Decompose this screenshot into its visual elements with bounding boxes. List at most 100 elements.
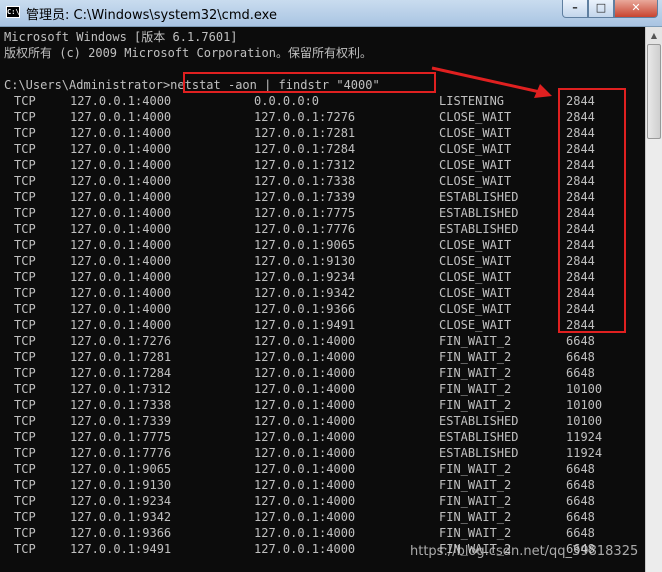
- close-button[interactable]: ✕: [614, 0, 658, 18]
- remote-cell: 127.0.0.1:9366: [254, 302, 356, 316]
- proto-cell: TCP: [14, 94, 36, 108]
- state-cell: CLOSE_WAIT: [439, 158, 512, 172]
- state-cell: FIN_WAIT_2: [439, 510, 512, 524]
- table-row: TCP 127.0.0.1:4000 127.0.0.1:9491 CLOSE_WAI…: [0, 317, 640, 333]
- remote-cell: 127.0.0.1:4000: [254, 430, 356, 444]
- remote-cell: 127.0.0.1:7776: [254, 222, 356, 236]
- pid-cell: 6648: [566, 526, 595, 540]
- pid-highlight-box: [558, 88, 626, 333]
- table-row: TCP 127.0.0.1:9342 127.0.0.1:4000 FIN_WAIT_…: [0, 509, 640, 525]
- local-cell: 127.0.0.1:4000: [70, 286, 172, 300]
- state-cell: ESTABLISHED: [439, 190, 519, 204]
- state-cell: ESTABLISHED: [439, 206, 519, 220]
- local-cell: 127.0.0.1:4000: [70, 254, 172, 268]
- state-cell: ESTABLISHED: [439, 430, 519, 444]
- pid-cell: 6648: [566, 366, 595, 380]
- maximize-button[interactable]: □: [588, 0, 614, 18]
- state-cell: FIN_WAIT_2: [439, 398, 512, 412]
- state-cell: CLOSE_WAIT: [439, 254, 512, 268]
- proto-cell: TCP: [14, 254, 36, 268]
- local-cell: 127.0.0.1:4000: [70, 158, 172, 172]
- state-cell: CLOSE_WAIT: [439, 238, 512, 252]
- pid-cell: 6648: [566, 494, 595, 508]
- remote-cell: 127.0.0.1:7775: [254, 206, 356, 220]
- local-cell: 127.0.0.1:4000: [70, 302, 172, 316]
- state-cell: CLOSE_WAIT: [439, 142, 512, 156]
- remote-cell: 127.0.0.1:4000: [254, 398, 356, 412]
- remote-cell: 127.0.0.1:4000: [254, 334, 356, 348]
- local-cell: 127.0.0.1:4000: [70, 142, 172, 156]
- close-icon: ✕: [631, 1, 641, 14]
- remote-cell: 127.0.0.1:4000: [254, 462, 356, 476]
- local-cell: 127.0.0.1:7312: [70, 382, 172, 396]
- prompt: C:\Users\Administrator>: [4, 78, 171, 92]
- table-row: TCP 127.0.0.1:4000 127.0.0.1:9342 CLOSE_WAI…: [0, 285, 640, 301]
- remote-cell: 127.0.0.1:9491: [254, 318, 356, 332]
- local-cell: 127.0.0.1:7776: [70, 446, 172, 460]
- local-cell: 127.0.0.1:9366: [70, 526, 172, 540]
- proto-cell: TCP: [14, 510, 36, 524]
- state-cell: LISTENING: [439, 94, 505, 108]
- proto-cell: TCP: [14, 542, 36, 556]
- proto-cell: TCP: [14, 190, 36, 204]
- proto-cell: TCP: [14, 350, 36, 364]
- scroll-thumb[interactable]: [647, 44, 661, 139]
- local-cell: 127.0.0.1:7281: [70, 350, 172, 364]
- proto-cell: TCP: [14, 270, 36, 284]
- local-cell: 127.0.0.1:4000: [70, 318, 172, 332]
- proto-cell: TCP: [14, 382, 36, 396]
- remote-cell: 127.0.0.1:4000: [254, 382, 356, 396]
- console-header-line: Microsoft Windows [版本 6.1.7601]: [4, 30, 238, 44]
- remote-cell: 127.0.0.1:4000: [254, 494, 356, 508]
- pid-cell: 11924: [566, 446, 603, 460]
- state-cell: ESTABLISHED: [439, 446, 519, 460]
- proto-cell: TCP: [14, 286, 36, 300]
- table-row: TCP 127.0.0.1:7338 127.0.0.1:4000 FIN_WAIT_…: [0, 397, 640, 413]
- table-row: TCP 127.0.0.1:4000 127.0.0.1:7776 ESTABLISH…: [0, 221, 640, 237]
- local-cell: 127.0.0.1:4000: [70, 206, 172, 220]
- remote-cell: 127.0.0.1:4000: [254, 446, 356, 460]
- maximize-icon: □: [595, 1, 607, 14]
- proto-cell: TCP: [14, 526, 36, 540]
- minimize-button[interactable]: –: [562, 0, 588, 18]
- remote-cell: 127.0.0.1:4000: [254, 478, 356, 492]
- table-row: TCP 127.0.0.1:7775 127.0.0.1:4000 ESTABLISH…: [0, 429, 640, 445]
- minimize-icon: –: [572, 1, 578, 14]
- vertical-scrollbar[interactable]: ▲: [645, 27, 662, 572]
- table-row: TCP 127.0.0.1:9234 127.0.0.1:4000 FIN_WAIT_…: [0, 493, 640, 509]
- state-cell: FIN_WAIT_2: [439, 350, 512, 364]
- remote-cell: 127.0.0.1:7276: [254, 110, 356, 124]
- remote-cell: 127.0.0.1:4000: [254, 542, 356, 556]
- remote-cell: 127.0.0.1:4000: [254, 350, 356, 364]
- proto-cell: TCP: [14, 126, 36, 140]
- remote-cell: 127.0.0.1:9130: [254, 254, 356, 268]
- state-cell: FIN_WAIT_2: [439, 526, 512, 540]
- remote-cell: 127.0.0.1:4000: [254, 414, 356, 428]
- title-bar[interactable]: C:\ 管理员: C:\Windows\system32\cmd.exe – □…: [0, 0, 662, 27]
- proto-cell: TCP: [14, 494, 36, 508]
- state-cell: FIN_WAIT_2: [439, 334, 512, 348]
- proto-cell: TCP: [14, 302, 36, 316]
- local-cell: 127.0.0.1:7284: [70, 366, 172, 380]
- local-cell: 127.0.0.1:7339: [70, 414, 172, 428]
- proto-cell: TCP: [14, 366, 36, 380]
- pid-cell: 6648: [566, 478, 595, 492]
- table-row: TCP 127.0.0.1:4000 127.0.0.1:9065 CLOSE_WAI…: [0, 237, 640, 253]
- local-cell: 127.0.0.1:4000: [70, 190, 172, 204]
- state-cell: FIN_WAIT_2: [439, 494, 512, 508]
- proto-cell: TCP: [14, 334, 36, 348]
- table-row: TCP 127.0.0.1:4000 127.0.0.1:7284 CLOSE_WAI…: [0, 141, 640, 157]
- window-title: 管理员: C:\Windows\system32\cmd.exe: [26, 8, 277, 23]
- proto-cell: TCP: [14, 158, 36, 172]
- table-row: TCP 127.0.0.1:7776 127.0.0.1:4000 ESTABLISH…: [0, 445, 640, 461]
- console-output[interactable]: Microsoft Windows [版本 6.1.7601] 版权所有 (c)…: [0, 27, 645, 572]
- local-cell: 127.0.0.1:4000: [70, 126, 172, 140]
- local-cell: 127.0.0.1:9491: [70, 542, 172, 556]
- pid-cell: 6648: [566, 462, 595, 476]
- table-row: TCP 127.0.0.1:4000 127.0.0.1:7338 CLOSE_WAI…: [0, 173, 640, 189]
- scroll-up-arrow-icon[interactable]: ▲: [646, 27, 662, 44]
- table-row: TCP 127.0.0.1:4000 127.0.0.1:7276 CLOSE_WAI…: [0, 109, 640, 125]
- console-header-line: 版权所有 (c) 2009 Microsoft Corporation。保留所有…: [4, 46, 372, 60]
- proto-cell: TCP: [14, 398, 36, 412]
- proto-cell: TCP: [14, 414, 36, 428]
